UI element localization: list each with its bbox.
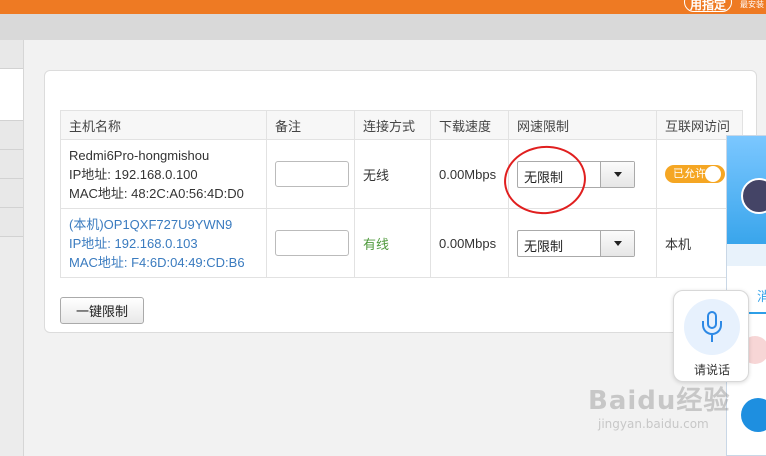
host-name: Redmi6Pro-hongmishou [69, 147, 210, 163]
avatar[interactable] [741, 178, 766, 214]
sidebar [0, 40, 24, 456]
host-mac: MAC地址: 48:2C:A0:56:4D:D0 [69, 185, 244, 201]
tablet-icon[interactable] [741, 398, 766, 432]
chevron-down-icon [614, 240, 622, 246]
column-header-download-speed: 下载速度 [430, 110, 509, 140]
header-corner-text: 最安装 [740, 0, 764, 9]
download-speed: 0.00Mbps [430, 139, 509, 209]
device-table: 主机名称 备注 连接方式 下载速度 网速限制 互联网访问 Redmi6Pro-h… [60, 110, 743, 278]
speed-limit-cell: 无限制 [508, 208, 657, 278]
chevron-down-icon [614, 171, 622, 177]
table-row: Redmi6Pro-hongmishou IP地址: 192.168.0.100… [60, 139, 743, 209]
device-management-panel: 主机名称 备注 连接方式 下载速度 网速限制 互联网访问 Redmi6Pro-h… [44, 70, 757, 333]
speed-limit-value: 无限制 [524, 238, 564, 254]
sidebar-item-active[interactable] [0, 69, 23, 121]
sidebar-item[interactable] [0, 121, 23, 150]
voice-input-widget[interactable]: 请说话 [673, 290, 749, 382]
search-icon[interactable] [727, 244, 766, 266]
download-speed: 0.00Mbps [430, 208, 509, 278]
header-badge-button[interactable]: 用指定 [684, 0, 732, 12]
host-cell: Redmi6Pro-hongmishou IP地址: 192.168.0.100… [60, 139, 267, 209]
watermark-main: Baidu经验 [588, 386, 731, 416]
internet-access-toggle[interactable]: 已允许 [665, 165, 725, 183]
table-header-row: 主机名称 备注 连接方式 下载速度 网速限制 互联网访问 [60, 110, 743, 140]
toggle-knob [705, 166, 721, 182]
connection-type: 无线 [354, 139, 431, 209]
table-row: (本机)OP1QXF727U9YWN9 IP地址: 192.168.0.103 … [60, 208, 743, 278]
column-header-speed-limit: 网速限制 [508, 110, 657, 140]
sidebar-item[interactable] [0, 150, 23, 179]
microphone-icon[interactable] [684, 299, 740, 355]
host-ip: IP地址: 192.168.0.100 [69, 166, 198, 182]
remark-cell [266, 139, 355, 209]
speed-limit-select[interactable]: 无限制 [517, 229, 635, 257]
remark-input[interactable] [275, 230, 349, 256]
top-header-bar: 用指定 最安装 [0, 0, 766, 14]
sidebar-item[interactable] [0, 179, 23, 208]
toggle-label: 已允许 [673, 168, 706, 180]
remark-cell [266, 208, 355, 278]
remark-input[interactable] [275, 161, 349, 187]
host-ip: IP地址: 192.168.0.103 [69, 235, 198, 251]
connection-type: 有线 [354, 208, 431, 278]
dropdown-button[interactable] [600, 161, 634, 187]
watermark-sub: jingyan.baidu.com [598, 417, 709, 431]
column-header-remark: 备注 [266, 110, 355, 140]
host-name: (本机)OP1QXF727U9YWN9 [69, 216, 233, 232]
column-header-host-name: 主机名称 [60, 110, 267, 140]
sidebar-item[interactable] [0, 40, 23, 69]
dropdown-button[interactable] [600, 230, 634, 256]
one-key-limit-button[interactable]: 一键限制 [60, 297, 144, 324]
sidebar-item[interactable] [0, 208, 23, 237]
qq-tab-messages[interactable]: 消 [757, 286, 766, 305]
column-header-connection: 连接方式 [354, 110, 431, 140]
watermark-logo: Baidu经验 jingyan.baidu.com [588, 380, 730, 431]
sub-header-bar [0, 14, 766, 40]
host-cell: (本机)OP1QXF727U9YWN9 IP地址: 192.168.0.103 … [60, 208, 267, 278]
voice-label: 请说话 [693, 363, 730, 377]
host-mac: MAC地址: F4:6D:04:49:CD:B6 [69, 254, 245, 270]
